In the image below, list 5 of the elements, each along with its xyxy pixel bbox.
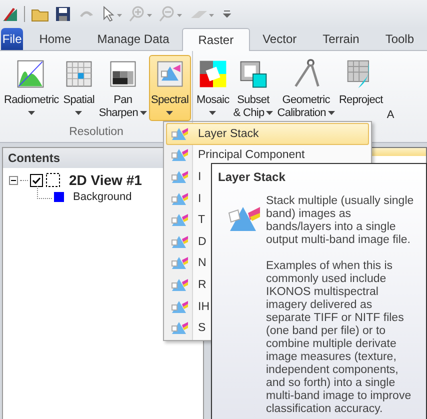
tooltip-title: Layer Stack <box>218 170 286 184</box>
ribbon-button-label: A <box>386 109 394 121</box>
group-label: Resolution <box>69 126 124 138</box>
tooltip-text: Stack multiple (usually single band) images as bands/layers into a single output multi-band image file. <box>266 195 415 247</box>
tooltip-text: Examples of when this is commonly used include IKONOS multispectral imagery delivered as separate TIFF or NITF files (one band per file) or to combine multiple derivate image measures (texture, independent components, and so forth) into a single multi-band image to improve classification accuracy. <box>266 260 412 416</box>
